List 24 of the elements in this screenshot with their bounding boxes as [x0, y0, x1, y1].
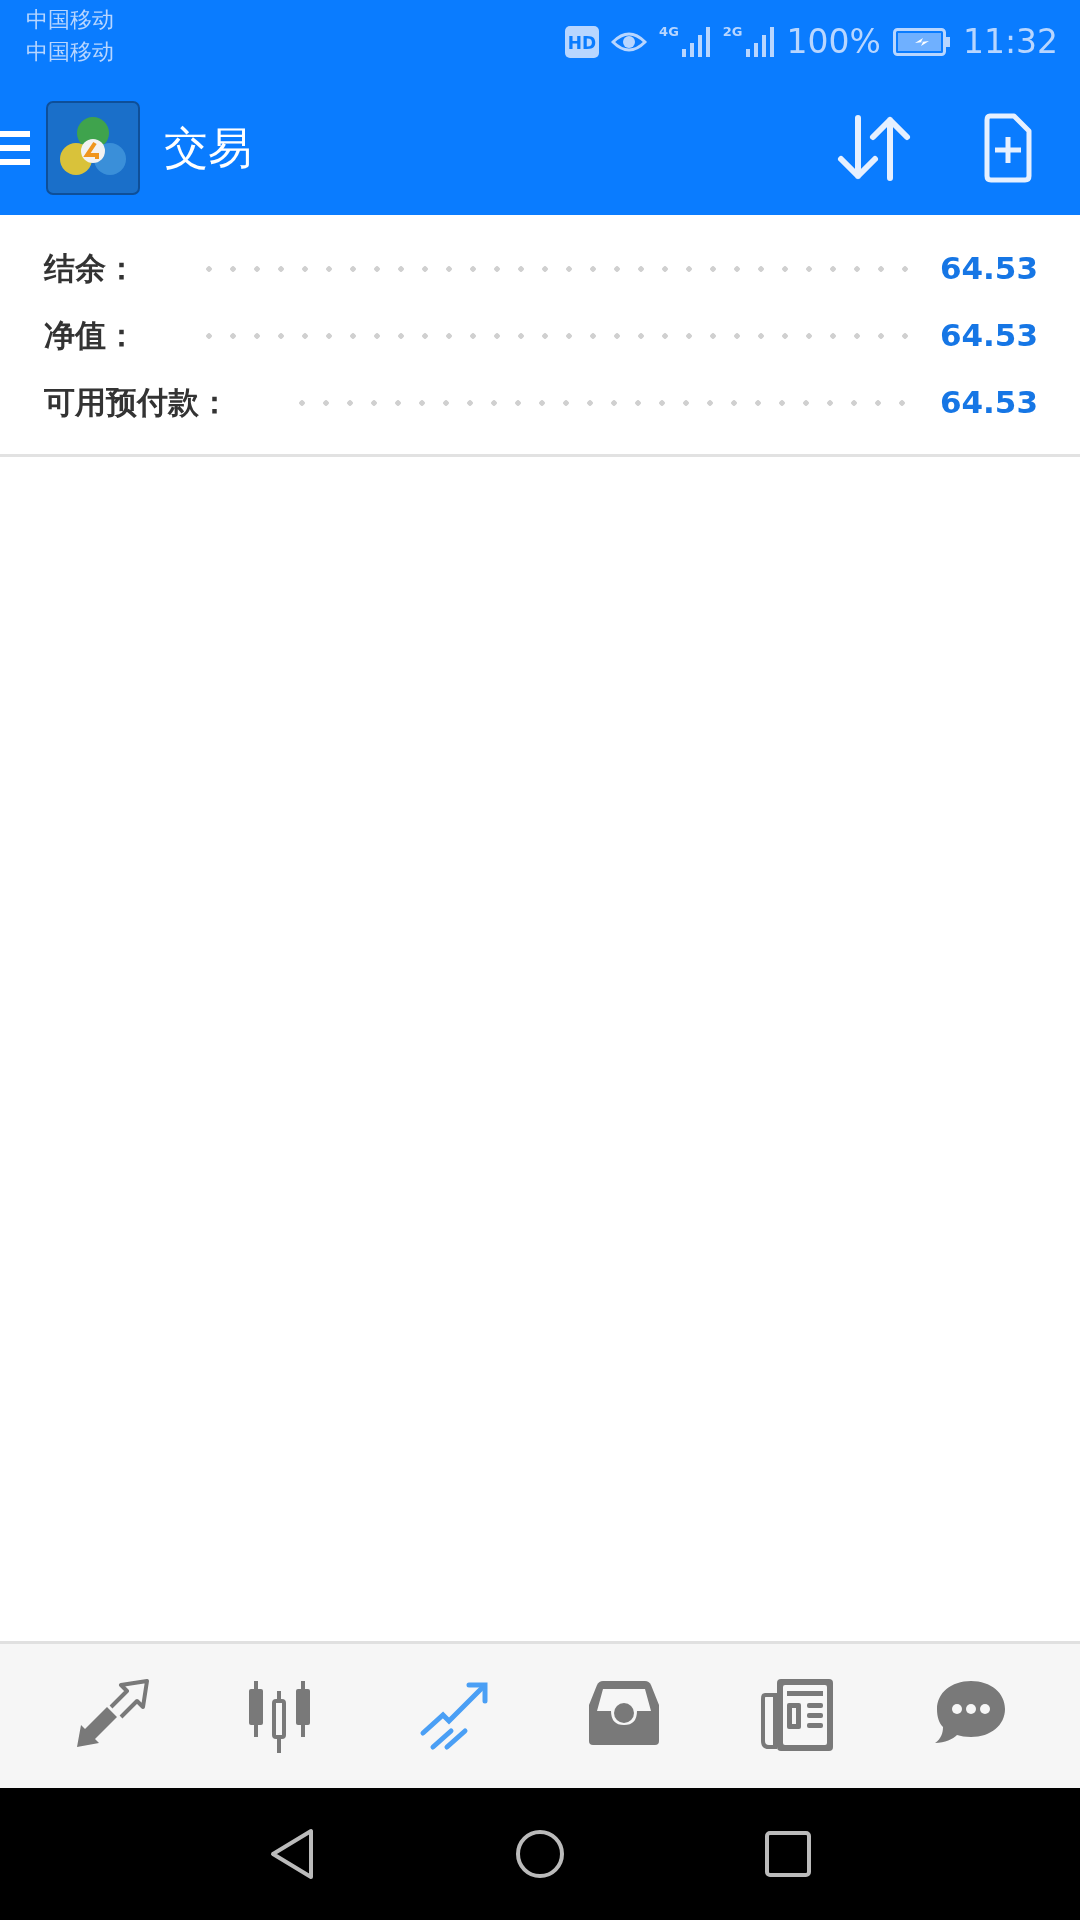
carrier-name: 中国移动 [26, 38, 114, 66]
clock-time: 11:32 [962, 21, 1058, 64]
network-type: 4G [659, 25, 679, 39]
field-value: 64.53 [939, 316, 1038, 356]
app-logo-icon [46, 100, 140, 195]
new-document-icon[interactable] [984, 112, 1032, 183]
recents-icon[interactable] [765, 1831, 811, 1877]
signal-icon [680, 25, 711, 59]
menu-icon[interactable] [0, 130, 30, 165]
field-value: 64.53 [939, 249, 1038, 289]
field-label: 结余： [44, 249, 137, 289]
field-value: 64.53 [939, 383, 1038, 423]
carrier-name: 中国移动 [26, 6, 114, 34]
network-type: 2G [722, 25, 743, 39]
back-icon[interactable] [269, 1828, 315, 1880]
battery-icon [892, 28, 951, 56]
field-label: 可用预付款： [44, 383, 230, 423]
signal-icon [744, 25, 775, 59]
sort-icon[interactable] [836, 113, 912, 182]
field-label: 净值： [44, 316, 137, 356]
home-icon[interactable] [515, 1829, 565, 1879]
hd-icon: HD [565, 26, 600, 58]
screen-title: 交易 [164, 120, 252, 175]
battery-percent: 100% [786, 21, 881, 64]
